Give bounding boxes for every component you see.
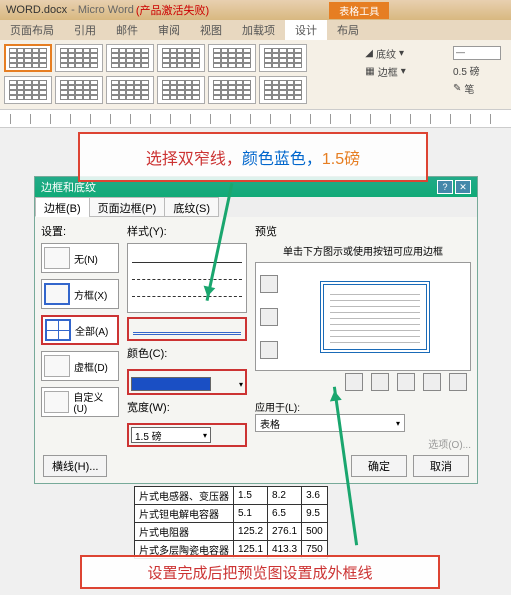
setting-all[interactable]: 全部(A) [41,315,119,345]
setting-label: 设置: [41,223,119,239]
preview-column: 预览 单击下方图示或使用按钮可应用边框 应用于(L) [255,223,471,451]
ok-button[interactable]: 确定 [351,455,407,477]
preview-box [255,262,471,371]
style-listbox[interactable] [127,243,247,313]
preview-label: 预览 [255,223,471,239]
setting-box[interactable]: 方框(X) [41,279,119,309]
activation-status: (产品激活失败) [136,2,209,18]
preview-border-left-button[interactable] [371,373,389,391]
style-label: 样式(Y): [127,223,247,239]
cancel-button[interactable]: 取消 [413,455,469,477]
tab-mailings[interactable]: 邮件 [106,20,148,40]
preview-border-bottom-button[interactable] [260,341,278,359]
preview-diag2-button[interactable] [449,373,467,391]
table-row: 片式电感器、变压器1.58.23.6 [135,487,328,505]
setting-none[interactable]: 无(N) [41,243,119,273]
color-dropdown[interactable] [131,377,211,391]
document-table[interactable]: 片式电感器、变压器1.58.23.6 片式钽电解电容器5.16.59.5 片式电… [134,486,328,559]
color-label: 颜色(C): [127,345,247,361]
preview-diag1-button[interactable] [345,373,363,391]
dialog-tabs: 边框(B) 页面边框(P) 底纹(S) [35,197,477,217]
pen-label[interactable]: 笔 [464,81,474,96]
horizontal-line-button[interactable]: 横线(H)... [43,455,107,477]
tab-layout[interactable]: 布局 [327,20,369,40]
style-selected-highlight [127,317,247,341]
app-name: - Micro Word [71,4,134,16]
tab-addins[interactable]: 加载项 [232,20,285,40]
width-label: 宽度(W): [127,399,247,415]
dialog-tab-page-border[interactable]: 页面边框(P) [89,197,166,217]
window-titlebar: WORD.docx - Micro Word (产品激活失败) 表格工具 [0,0,511,20]
tab-design[interactable]: 设计 [285,20,327,40]
annotation-bottom: 设置完成后把预览图设置成外框线 [80,555,440,589]
setting-custom[interactable]: 自定义(U) [41,387,119,417]
options-button: 选项(O)... [255,436,471,451]
chevron-down-icon[interactable]: ▾ [239,380,243,389]
annotation-top: 选择双窄线，颜色蓝色，1.5磅 [78,132,428,182]
setting-column: 设置: 无(N) 方框(X) 全部(A) 虚框(D) 自定义(U) [41,223,119,451]
preview-border-top-button[interactable] [260,275,278,293]
line-width-label[interactable]: 0.5 磅 [453,63,480,78]
ribbon-line-controls: — 0.5 磅 ✎笔 [447,44,507,105]
width-dropdown[interactable]: 1.5 磅▾ [131,427,211,443]
paint-icon: ◢ [365,48,373,59]
apply-to-dropdown[interactable]: 表格▾ [255,414,405,432]
tab-page-layout[interactable]: 页面布局 [0,20,64,40]
apply-label: 应用于(L): [255,399,471,414]
border-icon: ▦ [365,66,374,77]
ribbon-tabs: 页面布局 引用 邮件 审阅 视图 加载项 设计 布局 [0,20,511,40]
ribbon-border-controls: ◢底纹▾ ▦边框▾ [359,44,411,105]
preview-border-vmid-button[interactable] [397,373,415,391]
document-name: WORD.docx [6,4,67,16]
horizontal-ruler[interactable] [0,110,511,128]
dialog-tab-shading[interactable]: 底纹(S) [164,197,219,217]
pen-color-icon: ✎ [453,83,461,94]
tab-references[interactable]: 引用 [64,20,106,40]
tab-view[interactable]: 视图 [190,20,232,40]
style-column: 样式(Y): 颜色(C): ▾ 宽度(W): 1.5 磅▾ [127,223,247,451]
border-label[interactable]: 边框 [378,64,398,79]
preview-hint: 单击下方图示或使用按钮可应用边框 [255,243,471,258]
table-style-gallery[interactable] [4,44,324,105]
preview-diagram[interactable] [280,263,470,370]
ribbon: ◢底纹▾ ▦边框▾ — 0.5 磅 ✎笔 [0,40,511,110]
preview-border-right-button[interactable] [423,373,441,391]
tab-review[interactable]: 审阅 [148,20,190,40]
table-row: 片式钽电解电容器5.16.59.5 [135,505,328,523]
dialog-help-button[interactable]: ? [437,180,453,194]
chevron-down-icon: ▾ [203,431,207,440]
dialog-tab-borders[interactable]: 边框(B) [35,197,90,217]
table-row: 片式电阻器125.2276.1500 [135,523,328,541]
borders-shading-dialog: 边框和底纹 ? ✕ 边框(B) 页面边框(P) 底纹(S) 设置: 无(N) 方… [34,176,478,484]
contextual-tab-table-tools: 表格工具 [329,2,389,19]
line-style-dropdown[interactable]: — [453,46,501,60]
shading-label[interactable]: 底纹 [376,46,396,61]
preview-border-hmid-button[interactable] [260,308,278,326]
dialog-close-button[interactable]: ✕ [455,180,471,194]
setting-grid[interactable]: 虚框(D) [41,351,119,381]
